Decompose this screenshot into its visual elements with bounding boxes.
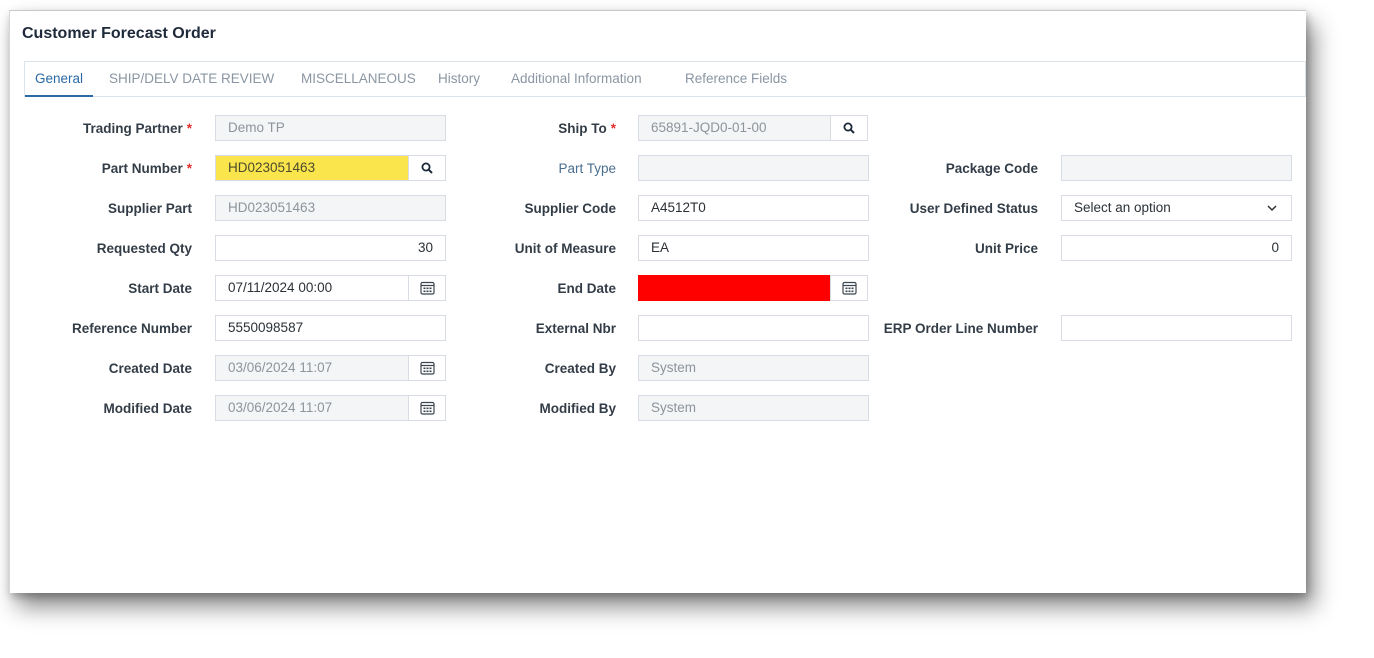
customer-forecast-order-window: Customer Forecast Order General SHIP/DEL… xyxy=(9,10,1306,593)
tab-additional-information[interactable]: Additional Information xyxy=(511,62,642,96)
external-nbr-input[interactable] xyxy=(638,315,869,341)
tab-ship-delv-date-review[interactable]: SHIP/DELV DATE REVIEW xyxy=(109,62,274,96)
part-number-input[interactable]: HD023051463 xyxy=(215,155,409,181)
start-date-input[interactable]: 07/11/2024 00:00 xyxy=(215,275,409,301)
erp-order-line-number-label: ERP Order Line Number xyxy=(883,321,1038,336)
trading-partner-field: Demo TP xyxy=(215,115,446,141)
created-date-field: 03/06/2024 11:07 xyxy=(215,355,409,381)
calendar-icon xyxy=(419,361,435,375)
supplier-part-field: HD023051463 xyxy=(215,195,446,221)
end-date-calendar-button[interactable] xyxy=(830,275,868,301)
tab-miscellaneous[interactable]: MISCELLANEOUS xyxy=(301,62,416,96)
user-defined-status-label: User Defined Status xyxy=(909,201,1038,216)
ship-to-label: Ship To * xyxy=(558,121,616,136)
start-date-label: Start Date xyxy=(128,281,192,296)
supplier-part-label: Supplier Part xyxy=(107,201,192,216)
required-marker: * xyxy=(610,121,616,136)
reference-number-input[interactable]: 5550098587 xyxy=(215,315,446,341)
trading-partner-label: Trading Partner * xyxy=(82,121,192,136)
user-defined-status-select[interactable]: Select an option xyxy=(1061,195,1292,221)
package-code-field xyxy=(1061,155,1292,181)
tab-general[interactable]: General xyxy=(24,62,94,97)
required-marker: * xyxy=(186,121,192,136)
unit-price-label: Unit Price xyxy=(974,241,1038,256)
user-defined-status-placeholder: Select an option xyxy=(1074,200,1171,215)
unit-of-measure-input[interactable]: EA xyxy=(638,235,869,261)
calendar-icon xyxy=(841,281,857,295)
unit-of-measure-label: Unit of Measure xyxy=(514,241,616,256)
required-marker: * xyxy=(186,161,192,176)
requested-qty-input[interactable]: 30 xyxy=(215,235,446,261)
created-by-field: System xyxy=(638,355,869,381)
ship-to-field: 65891-JQD0-01-00 xyxy=(638,115,832,141)
package-code-label: Package Code xyxy=(945,161,1038,176)
ship-to-search-button[interactable] xyxy=(830,115,868,141)
search-icon xyxy=(843,122,855,134)
supplier-code-input[interactable]: A4512T0 xyxy=(638,195,869,221)
requested-qty-label: Requested Qty xyxy=(96,241,192,256)
erp-order-line-number-input[interactable] xyxy=(1061,315,1292,341)
calendar-icon xyxy=(419,401,435,415)
reference-number-label: Reference Number xyxy=(71,321,192,336)
chevron-down-icon xyxy=(1267,205,1277,212)
part-type-field xyxy=(638,155,869,181)
modified-date-label: Modified Date xyxy=(103,401,192,416)
tab-history[interactable]: History xyxy=(438,62,480,96)
end-date-input[interactable] xyxy=(638,275,832,301)
end-date-label: End Date xyxy=(557,281,616,296)
modified-by-field: System xyxy=(638,395,869,421)
modified-date-field: 03/06/2024 11:07 xyxy=(215,395,409,421)
created-by-label: Created By xyxy=(544,361,616,376)
created-date-label: Created Date xyxy=(108,361,192,376)
external-nbr-label: External Nbr xyxy=(535,321,616,336)
part-type-label[interactable]: Part Type xyxy=(434,155,616,183)
modified-by-label: Modified By xyxy=(539,401,617,416)
page-title: Customer Forecast Order xyxy=(22,25,216,42)
part-number-label: Part Number * xyxy=(101,161,192,176)
supplier-code-label: Supplier Code xyxy=(524,201,616,216)
tab-reference-fields[interactable]: Reference Fields xyxy=(685,62,787,96)
unit-price-input[interactable]: 0 xyxy=(1061,235,1292,261)
tab-bar: General SHIP/DELV DATE REVIEW MISCELLANE… xyxy=(24,61,1306,97)
search-icon xyxy=(421,162,433,174)
calendar-icon xyxy=(419,281,435,295)
